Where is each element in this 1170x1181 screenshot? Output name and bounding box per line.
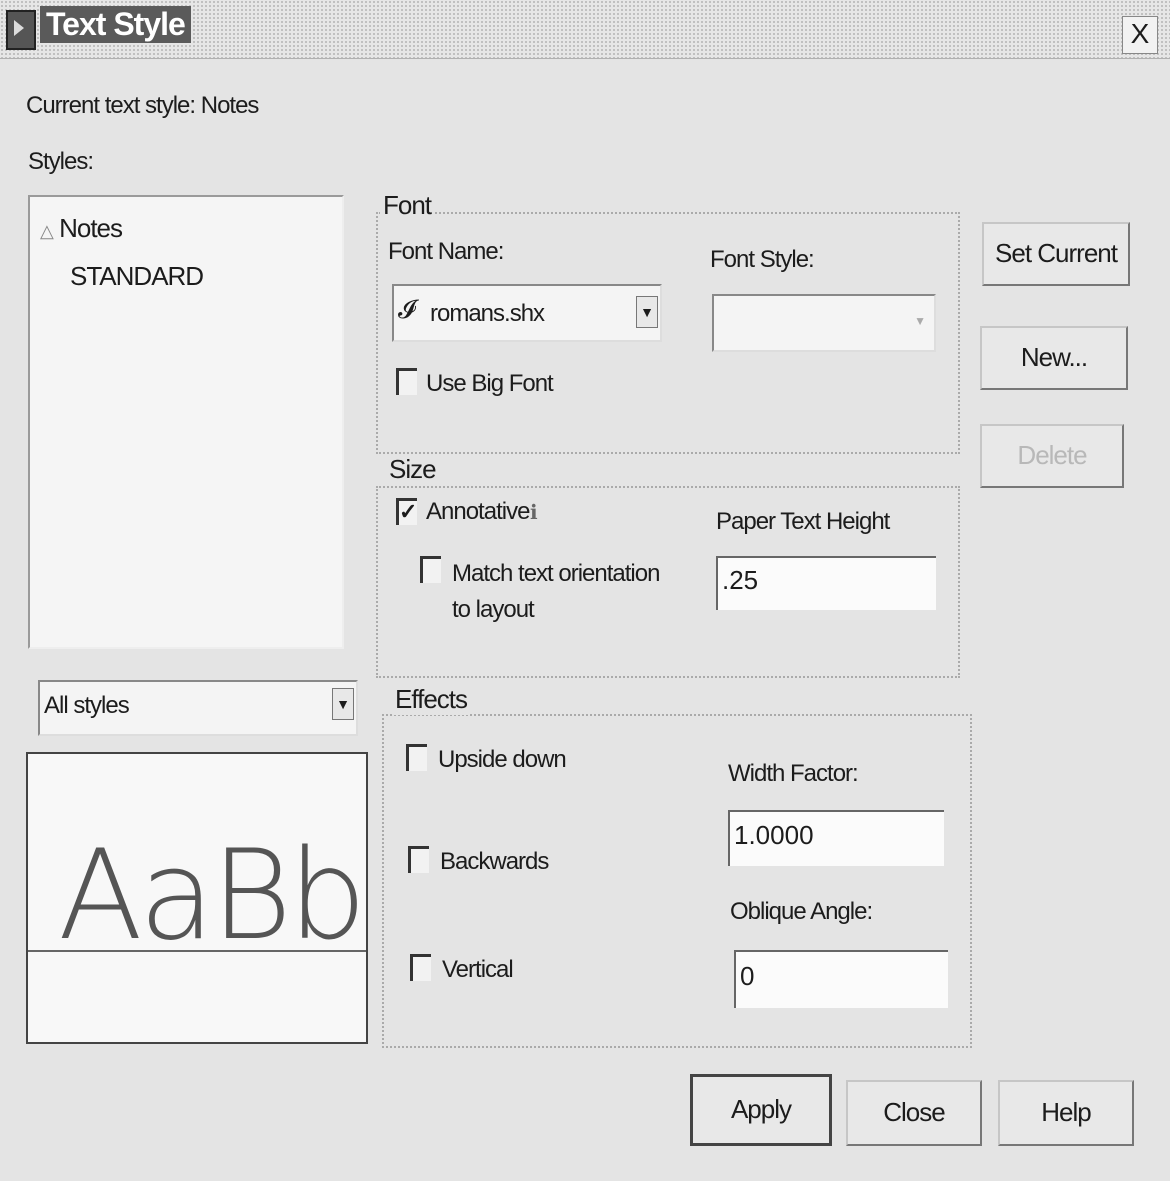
chevron-down-icon: ▼ bbox=[914, 314, 926, 328]
match-orientation-checkbox[interactable] bbox=[420, 556, 441, 583]
annotative-icon: △ bbox=[40, 221, 54, 241]
use-big-font-label: Use Big Font bbox=[426, 370, 554, 397]
font-group-title: Font bbox=[380, 190, 435, 221]
help-button[interactable]: Help bbox=[998, 1080, 1134, 1146]
width-factor-label: Width Factor: bbox=[728, 760, 859, 787]
annotative-label: Annotative bbox=[426, 498, 530, 525]
font-name-label: Font Name: bbox=[388, 238, 504, 265]
info-icon[interactable]: ℹ bbox=[530, 500, 538, 525]
preview-baseline bbox=[28, 950, 366, 952]
upside-down-checkbox[interactable] bbox=[406, 744, 427, 771]
paper-text-height-label: Paper Text Height bbox=[716, 508, 890, 535]
new-button[interactable]: New... bbox=[980, 326, 1128, 390]
window-title: Text Style bbox=[40, 6, 191, 43]
use-big-font-checkbox[interactable] bbox=[396, 368, 417, 395]
current-style-label: Current text style: Notes bbox=[26, 92, 260, 119]
annotative-checkbox[interactable]: ✓ bbox=[396, 498, 417, 525]
list-item-notes[interactable]: △ Notes bbox=[40, 213, 123, 244]
match-orientation-label: Match text orientation bbox=[452, 560, 660, 587]
preview-sample-text: AaBbCc bbox=[58, 824, 366, 968]
vertical-checkbox[interactable] bbox=[410, 954, 431, 981]
size-group-title: Size bbox=[386, 454, 439, 485]
styles-list[interactable]: △ Notes STANDARD bbox=[28, 195, 344, 649]
delete-button[interactable]: Delete bbox=[980, 424, 1124, 488]
apply-button[interactable]: Apply bbox=[690, 1074, 832, 1146]
backwards-label: Backwards bbox=[440, 848, 549, 875]
close-button[interactable]: Close bbox=[846, 1080, 982, 1146]
font-name-value: romans.shx bbox=[430, 300, 545, 327]
font-name-dropdown[interactable]: 𝓘 romans.shx ▼ bbox=[392, 284, 662, 342]
app-icon bbox=[6, 10, 36, 50]
list-item-standard[interactable]: STANDARD bbox=[70, 261, 204, 292]
oblique-angle-label: Oblique Angle: bbox=[730, 898, 873, 925]
oblique-angle-input[interactable]: 0 bbox=[734, 950, 948, 1008]
upside-down-label: Upside down bbox=[438, 746, 567, 773]
backwards-checkbox[interactable] bbox=[408, 846, 429, 873]
styles-filter-value: All styles bbox=[44, 692, 130, 719]
effects-group-title: Effects bbox=[392, 684, 471, 715]
chevron-down-icon: ▼ bbox=[636, 296, 658, 328]
style-preview: AaBbCc bbox=[26, 752, 368, 1044]
match-orientation-label-line2: to layout bbox=[452, 596, 535, 623]
styles-label: Styles: bbox=[28, 148, 94, 175]
set-current-button[interactable]: Set Current bbox=[982, 222, 1130, 286]
styles-filter-dropdown[interactable]: All styles ▼ bbox=[38, 680, 358, 736]
width-factor-input[interactable]: 1.0000 bbox=[728, 810, 944, 866]
current-style-value: Notes bbox=[200, 92, 260, 119]
font-style-dropdown[interactable]: ▼ bbox=[712, 294, 936, 352]
font-icon: 𝓘 bbox=[398, 294, 416, 324]
font-style-label: Font Style: bbox=[710, 246, 815, 273]
close-icon[interactable]: X bbox=[1122, 16, 1158, 54]
chevron-down-icon: ▼ bbox=[332, 688, 354, 720]
paper-text-height-input[interactable]: .25 bbox=[716, 556, 936, 610]
vertical-label: Vertical bbox=[442, 956, 514, 983]
